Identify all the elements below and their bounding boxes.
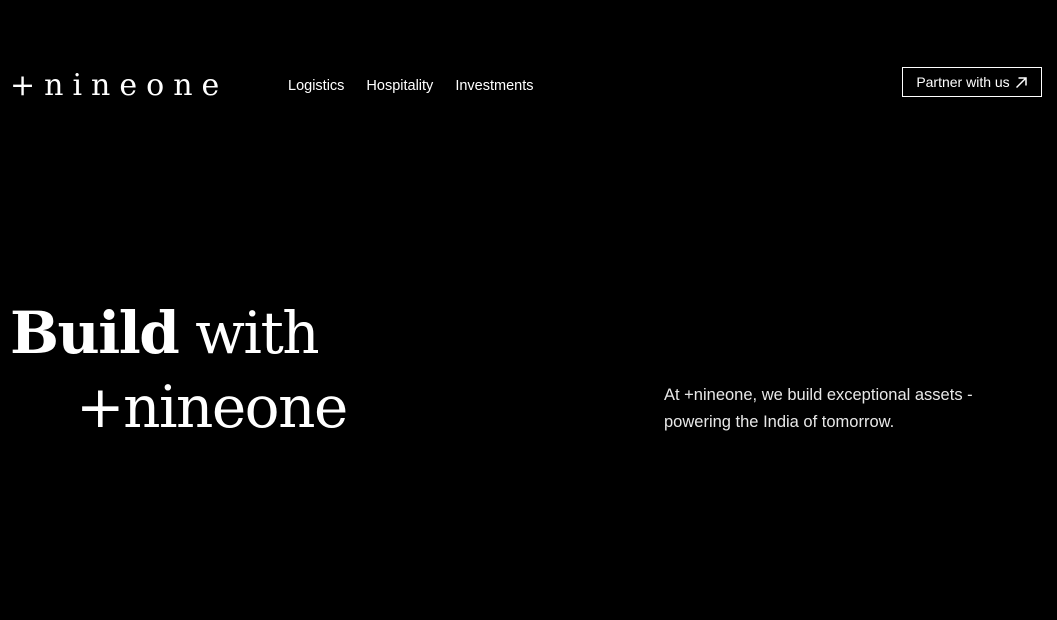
hero-heading-line2: +nineone bbox=[76, 373, 348, 441]
partner-with-us-button[interactable]: Partner with us bbox=[902, 67, 1042, 97]
tagline-line2: powering the India of tomorrow. bbox=[664, 413, 895, 431]
nav-link-logistics[interactable]: Logistics bbox=[288, 76, 344, 96]
hero-heading-line1: Build with bbox=[10, 296, 347, 370]
partner-button-label: Partner with us bbox=[916, 74, 1010, 90]
hero-heading-regular: with bbox=[178, 299, 319, 367]
arrow-up-right-icon bbox=[1015, 76, 1028, 89]
nav-link-investments[interactable]: Investments bbox=[455, 76, 533, 96]
tagline-line1: At +nineone, we build exceptional assets… bbox=[664, 386, 973, 404]
main-nav: Logistics Hospitality Investments bbox=[288, 76, 533, 96]
hero-heading: Build with +nineone bbox=[10, 296, 348, 444]
nav-link-hospitality[interactable]: Hospitality bbox=[366, 76, 433, 96]
hero-tagline: At +nineone, we build exceptional assets… bbox=[664, 382, 1024, 436]
hero-heading-bold: Build bbox=[10, 299, 180, 367]
brand-logo[interactable]: +nineone bbox=[10, 66, 228, 106]
page: +nineone Logistics Hospitality Investmen… bbox=[0, 0, 1057, 620]
